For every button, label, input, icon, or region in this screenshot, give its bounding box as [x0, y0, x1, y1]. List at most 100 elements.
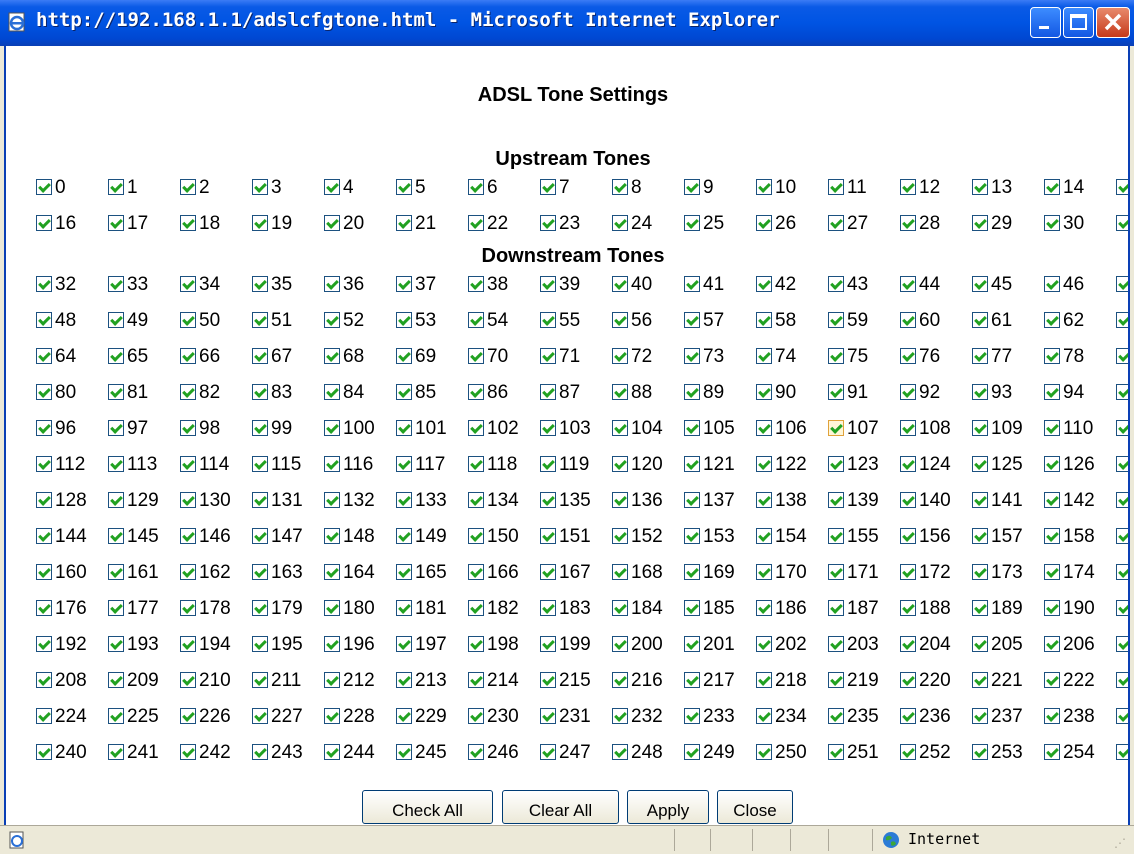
tone-24[interactable]: 24 [612, 212, 684, 238]
tone-checkbox[interactable] [972, 708, 988, 724]
tone-13[interactable]: 13 [972, 176, 1044, 202]
tone-151[interactable]: 151 [540, 525, 612, 551]
tone-125[interactable]: 125 [972, 453, 1044, 479]
tone-45[interactable]: 45 [972, 273, 1044, 299]
tone-228[interactable]: 228 [324, 705, 396, 731]
tone-checkbox[interactable] [684, 456, 700, 472]
tone-checkbox[interactable] [540, 179, 556, 195]
tone-checkbox[interactable] [540, 420, 556, 436]
tone-checkbox[interactable] [468, 672, 484, 688]
tone-checkbox[interactable] [468, 179, 484, 195]
tone-checkbox[interactable] [1116, 276, 1128, 292]
tone-checkbox[interactable] [252, 456, 268, 472]
tone-checkbox[interactable] [324, 420, 340, 436]
tone-checkbox[interactable] [252, 348, 268, 364]
tone-checkbox[interactable] [900, 312, 916, 328]
tone-192[interactable]: 192 [36, 633, 108, 659]
tone-188[interactable]: 188 [900, 597, 972, 623]
tone-checkbox[interactable] [972, 600, 988, 616]
tone-checkbox[interactable] [324, 564, 340, 580]
tone-checkbox[interactable] [972, 384, 988, 400]
tone-checkbox[interactable] [612, 456, 628, 472]
tone-checkbox[interactable] [468, 215, 484, 231]
tone-checkbox[interactable] [180, 744, 196, 760]
tone-28[interactable]: 28 [900, 212, 972, 238]
tone-checkbox[interactable] [972, 672, 988, 688]
tone-194[interactable]: 194 [180, 633, 252, 659]
tone-checkbox[interactable] [540, 672, 556, 688]
tone-30[interactable]: 30 [1044, 212, 1116, 238]
tone-checkbox[interactable] [828, 708, 844, 724]
tone-48[interactable]: 48 [36, 309, 108, 335]
tone-134[interactable]: 134 [468, 489, 540, 515]
tone-checkbox[interactable] [180, 215, 196, 231]
tone-checkbox[interactable] [900, 744, 916, 760]
tone-166[interactable]: 166 [468, 561, 540, 587]
tone-checkbox[interactable] [612, 492, 628, 508]
tone-checkbox[interactable] [252, 744, 268, 760]
tone-176[interactable]: 176 [36, 597, 108, 623]
tone-checkbox[interactable] [900, 672, 916, 688]
tone-checkbox[interactable] [1044, 215, 1060, 231]
tone-44[interactable]: 44 [900, 273, 972, 299]
tone-254[interactable]: 254 [1044, 741, 1116, 767]
tone-checkbox[interactable] [1044, 384, 1060, 400]
tone-checkbox[interactable] [396, 672, 412, 688]
tone-checkbox[interactable] [540, 276, 556, 292]
tone-250[interactable]: 250 [756, 741, 828, 767]
tone-checkbox[interactable] [900, 420, 916, 436]
tone-checkbox[interactable] [36, 276, 52, 292]
tone-4[interactable]: 4 [324, 176, 396, 202]
tone-3[interactable]: 3 [252, 176, 324, 202]
tone-229[interactable]: 229 [396, 705, 468, 731]
tone-123[interactable]: 123 [828, 453, 900, 479]
tone-140[interactable]: 140 [900, 489, 972, 515]
tone-178[interactable]: 178 [180, 597, 252, 623]
tone-checkbox[interactable] [1116, 312, 1128, 328]
tone-46[interactable]: 46 [1044, 273, 1116, 299]
tone-216[interactable]: 216 [612, 669, 684, 695]
tone-189[interactable]: 189 [972, 597, 1044, 623]
tone-58[interactable]: 58 [756, 309, 828, 335]
tone-checkbox[interactable] [36, 384, 52, 400]
tone-checkbox[interactable] [468, 528, 484, 544]
tone-checkbox[interactable] [252, 564, 268, 580]
tone-checkbox[interactable] [1044, 456, 1060, 472]
tone-236[interactable]: 236 [900, 705, 972, 731]
close-window-button[interactable] [1096, 7, 1130, 38]
tone-checkbox[interactable] [396, 600, 412, 616]
tone-86[interactable]: 86 [468, 381, 540, 407]
tone-checkbox[interactable] [756, 708, 772, 724]
tone-checkbox[interactable] [108, 564, 124, 580]
tone-131[interactable]: 131 [252, 489, 324, 515]
tone-checkbox[interactable] [396, 215, 412, 231]
tone-158[interactable]: 158 [1044, 525, 1116, 551]
tone-235[interactable]: 235 [828, 705, 900, 731]
tone-129[interactable]: 129 [108, 489, 180, 515]
tone-checkbox[interactable] [540, 348, 556, 364]
tone-checkbox[interactable] [180, 564, 196, 580]
tone-190[interactable]: 190 [1044, 597, 1116, 623]
tone-checkbox[interactable] [972, 744, 988, 760]
tone-checkbox[interactable] [828, 384, 844, 400]
tone-checkbox[interactable] [756, 384, 772, 400]
tone-212[interactable]: 212 [324, 669, 396, 695]
tone-checkbox[interactable] [396, 179, 412, 195]
tone-66[interactable]: 66 [180, 345, 252, 371]
tone-checkbox[interactable] [684, 312, 700, 328]
tone-234[interactable]: 234 [756, 705, 828, 731]
tone-42[interactable]: 42 [756, 273, 828, 299]
tone-checkbox[interactable] [972, 528, 988, 544]
tone-checkbox[interactable] [324, 215, 340, 231]
tone-233[interactable]: 233 [684, 705, 756, 731]
tone-67[interactable]: 67 [252, 345, 324, 371]
tone-168[interactable]: 168 [612, 561, 684, 587]
tone-170[interactable]: 170 [756, 561, 828, 587]
tone-checkbox[interactable] [972, 636, 988, 652]
tone-checkbox[interactable] [1044, 528, 1060, 544]
tone-checkbox[interactable] [540, 708, 556, 724]
tone-246[interactable]: 246 [468, 741, 540, 767]
tone-85[interactable]: 85 [396, 381, 468, 407]
tone-210[interactable]: 210 [180, 669, 252, 695]
tone-checkbox[interactable] [612, 179, 628, 195]
